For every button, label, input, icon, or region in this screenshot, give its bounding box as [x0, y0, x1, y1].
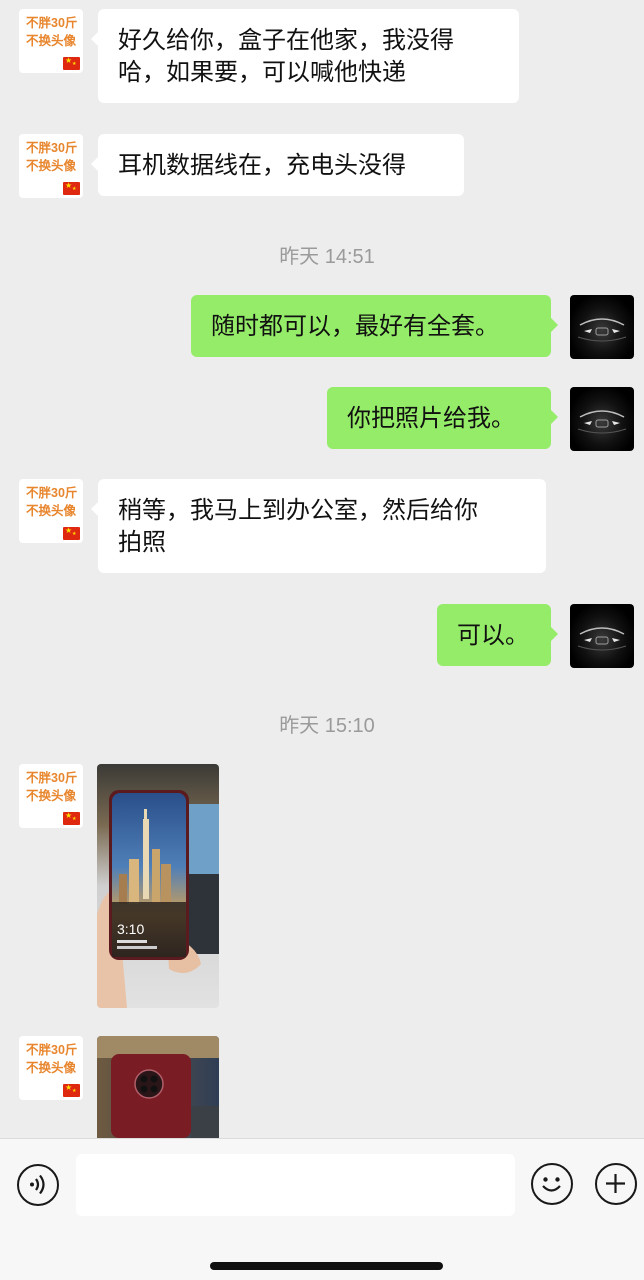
avatar-text-line2: 不换头像 — [26, 1061, 77, 1075]
message-input[interactable] — [76, 1154, 515, 1216]
avatar-text-line2: 不换头像 — [26, 504, 77, 518]
photo-image — [97, 1036, 219, 1138]
china-flag-icon: ★ ★ — [63, 181, 80, 195]
message-bubble-incoming[interactable]: 稍等，我马上到办公室，然后给你 拍照 — [91, 479, 546, 573]
chat-message-list[interactable]: 不胖30斤 不换头像 ★ ★ 好久给你，盒子在他家，我没得 哈，如果要，可以喊他快… — [0, 0, 644, 1138]
contact-avatar[interactable]: 不胖30斤 不换头像 ★ ★ — [19, 1036, 83, 1100]
message-text: 拍照 — [118, 528, 166, 556]
china-flag-icon: ★ ★ — [63, 56, 80, 70]
message-bubble-outgoing[interactable]: 你把照片给我。 — [327, 387, 558, 449]
avatar-text-line1: 不胖30斤 — [26, 141, 78, 155]
home-indicator[interactable] — [210, 1262, 443, 1270]
plus-icon[interactable] — [595, 1163, 637, 1205]
input-bar — [0, 1138, 644, 1280]
message-bubble-incoming[interactable]: 好久给你，盒子在他家，我没得 哈，如果要，可以喊他快递 — [91, 9, 519, 103]
avatar-text-line2: 不换头像 — [26, 34, 77, 48]
avatar-text-line1: 不胖30斤 — [26, 486, 78, 500]
my-avatar[interactable] — [570, 387, 634, 451]
my-avatar[interactable] — [570, 295, 634, 359]
photo-image: 3:10 — [97, 764, 219, 1008]
phone-back-camera-photo[interactable] — [97, 1036, 219, 1138]
avatar-text-line1: 不胖30斤 — [26, 771, 78, 785]
message-text: 可以。 — [457, 621, 529, 649]
emoji-icon[interactable] — [531, 1163, 573, 1205]
contact-avatar[interactable]: 不胖30斤 不换头像 ★ ★ — [19, 9, 83, 73]
china-flag-icon: ★ ★ — [63, 526, 80, 540]
avatar-text-line1: 不胖30斤 — [26, 16, 78, 30]
phone-front-lockscreen-photo[interactable]: 3:10 — [97, 764, 219, 1008]
contact-avatar[interactable]: 不胖30斤 不换头像 ★ ★ — [19, 764, 83, 828]
message-bubble-outgoing[interactable]: 随时都可以，最好有全套。 — [191, 295, 558, 357]
china-flag-icon: ★ ★ — [63, 1083, 80, 1097]
message-text: 耳机数据线在，充电头没得 — [118, 151, 406, 179]
message-text: 随时都可以，最好有全套。 — [211, 312, 499, 340]
my-avatar[interactable] — [570, 604, 634, 668]
message-bubble-incoming[interactable]: 耳机数据线在，充电头没得 — [91, 134, 464, 196]
message-text: 你把照片给我。 — [347, 404, 515, 432]
car-headlights-icon — [577, 318, 627, 342]
timestamp: 昨天 15:10 — [279, 715, 375, 737]
avatar-text-line1: 不胖30斤 — [26, 1043, 78, 1057]
message-text: 好久给你，盒子在他家，我没得 — [118, 26, 454, 54]
lockscreen-time: 3:10 — [117, 921, 144, 937]
contact-avatar[interactable]: 不胖30斤 不换头像 ★ ★ — [19, 479, 83, 543]
message-text: 稍等，我马上到办公室，然后给你 — [118, 496, 478, 524]
car-headlights-icon — [577, 627, 627, 651]
avatar-text-line2: 不换头像 — [26, 789, 77, 803]
timestamp: 昨天 14:51 — [279, 246, 375, 268]
voice-icon[interactable] — [17, 1164, 59, 1206]
car-headlights-icon — [577, 410, 627, 434]
avatar-text-line2: 不换头像 — [26, 159, 77, 173]
message-text: 哈，如果要，可以喊他快递 — [118, 58, 406, 86]
china-flag-icon: ★ ★ — [63, 811, 80, 825]
contact-avatar[interactable]: 不胖30斤 不换头像 ★ ★ — [19, 134, 83, 198]
message-bubble-outgoing[interactable]: 可以。 — [437, 604, 558, 666]
